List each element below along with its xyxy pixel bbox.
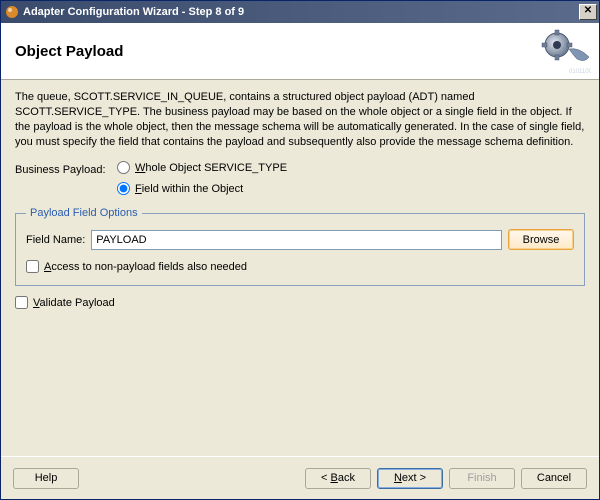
payload-field-options-group: Payload Field Options Field Name: Browse… xyxy=(15,207,585,286)
close-button[interactable]: ✕ xyxy=(579,4,597,20)
app-icon xyxy=(5,5,19,19)
wizard-footer: Help < Back Next > Finish Cancel xyxy=(1,456,599,499)
radio-whole-object[interactable]: Whole Object SERVICE_TYPE xyxy=(117,161,287,174)
wizard-body: The queue, SCOTT.SERVICE_IN_QUEUE, conta… xyxy=(1,80,599,456)
validate-payload-label: Validate Payload xyxy=(33,297,115,309)
page-title: Object Payload xyxy=(15,43,123,60)
titlebar: Adapter Configuration Wizard - Step 8 of… xyxy=(1,1,599,23)
business-payload-row: Business Payload: Whole Object SERVICE_T… xyxy=(15,161,585,178)
radio-whole-object-input[interactable] xyxy=(117,161,130,174)
help-button-label: Help xyxy=(35,472,58,484)
access-nonpayload-checkbox[interactable]: Access to non-payload fields also needed xyxy=(26,260,574,273)
radio-whole-object-label: Whole Object SERVICE_TYPE xyxy=(135,162,287,174)
cancel-button[interactable]: Cancel xyxy=(521,468,587,489)
back-button[interactable]: < Back xyxy=(305,468,371,489)
payload-field-options-legend: Payload Field Options xyxy=(26,207,142,219)
window-title: Adapter Configuration Wizard - Step 8 of… xyxy=(23,6,579,18)
validate-payload-input[interactable] xyxy=(15,296,28,309)
access-nonpayload-label: Access to non-payload fields also needed xyxy=(44,261,247,273)
finish-button: Finish xyxy=(449,468,515,489)
radio-field-within[interactable]: Field within the Object xyxy=(117,182,243,195)
cancel-button-label: Cancel xyxy=(537,472,571,484)
svg-text:0101100101: 0101100101 xyxy=(569,69,591,75)
gear-icon: 0101100101 xyxy=(539,29,591,78)
business-payload-label: Business Payload: xyxy=(15,164,117,176)
field-name-row: Field Name: Browse xyxy=(26,229,574,250)
validate-payload-checkbox[interactable]: Validate Payload xyxy=(15,296,585,309)
back-button-label: < Back xyxy=(321,472,355,484)
field-name-label: Field Name: xyxy=(26,234,85,246)
access-nonpayload-input[interactable] xyxy=(26,260,39,273)
radio-field-within-label: Field within the Object xyxy=(135,183,243,195)
finish-button-label: Finish xyxy=(467,472,496,484)
field-name-input[interactable] xyxy=(91,230,502,250)
browse-button[interactable]: Browse xyxy=(508,229,574,250)
wizard-header: Object Payload xyxy=(1,23,599,80)
browse-button-label: Browse xyxy=(523,234,560,246)
wizard-window: Adapter Configuration Wizard - Step 8 of… xyxy=(0,0,600,500)
radio-field-within-input[interactable] xyxy=(117,182,130,195)
help-button[interactable]: Help xyxy=(13,468,79,489)
description-text: The queue, SCOTT.SERVICE_IN_QUEUE, conta… xyxy=(15,90,585,149)
next-button-label: Next > xyxy=(394,472,426,484)
business-payload-row-2: Field within the Object xyxy=(15,182,585,199)
next-button[interactable]: Next > xyxy=(377,468,443,489)
